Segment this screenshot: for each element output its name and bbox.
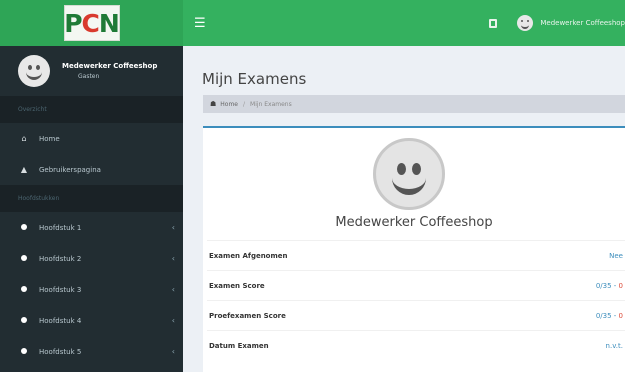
- sidebar-toggle-icon[interactable]: ☰: [194, 16, 206, 31]
- sidebar-item-label: Hoofdstuk 3: [39, 285, 82, 294]
- circle-icon: [20, 347, 28, 356]
- chevron-left-icon: ‹: [171, 223, 175, 232]
- logo-letter-p: P: [64, 8, 82, 38]
- row-label: Proefexamen Score: [209, 311, 286, 320]
- profile-box: Medewerker Coffeeshop Examen Afgenomen N…: [203, 126, 625, 372]
- breadcrumb-separator: /: [243, 100, 246, 108]
- home-icon: ⌂: [21, 134, 27, 143]
- notification-icon[interactable]: [489, 18, 498, 28]
- row-value: Nee: [609, 251, 623, 260]
- smiley-avatar-icon: [18, 55, 50, 87]
- top-navbar: ☰ Medewerker Coffeeshop: [183, 0, 625, 46]
- profile-smiley-icon: [373, 138, 445, 210]
- navbar-right: Medewerker Coffeeshop: [489, 0, 625, 46]
- breadcrumb-current: Mijn Examens: [250, 100, 292, 108]
- breadcrumb: ☗ Home / Mijn Examens: [203, 95, 625, 113]
- sidebar-item-hoofdstuk-1[interactable]: Hoofdstuk 1 ‹: [0, 212, 183, 243]
- sidebar-item-label: Home: [39, 134, 60, 143]
- row-label: Examen Afgenomen: [209, 251, 288, 260]
- dashboard-icon: ☗: [210, 100, 217, 108]
- sidebar-item-label: Gebruikerspagina: [39, 165, 101, 174]
- breadcrumb-home-link[interactable]: Home: [220, 101, 238, 108]
- circle-icon: [20, 285, 28, 294]
- chevron-left-icon: ‹: [171, 285, 175, 294]
- exam-info-list: Examen Afgenomen Nee Examen Score 0/35 -…: [207, 240, 625, 360]
- chevron-left-icon: ‹: [171, 347, 175, 356]
- sidebar-item-label: Hoofdstuk 2: [39, 254, 82, 263]
- sidebar-item-hoofdstuk-2[interactable]: Hoofdstuk 2 ‹: [0, 243, 183, 274]
- sidebar-item-hoofdstuk-3[interactable]: Hoofdstuk 3 ‹: [0, 274, 183, 305]
- sidebar-item-home[interactable]: ⌂ Home: [0, 123, 183, 154]
- user-avatar-icon[interactable]: [517, 15, 534, 31]
- sidebar-section-hoofdstukken: Hoofdstukken: [0, 185, 183, 212]
- list-item-examen-afgenomen: Examen Afgenomen Nee: [207, 240, 625, 270]
- sidebar-item-label: Hoofdstuk 5: [39, 347, 82, 356]
- row-label: Examen Score: [209, 281, 265, 290]
- list-item-examen-score: Examen Score 0/35 - 0: [207, 270, 625, 300]
- chevron-left-icon: ‹: [171, 316, 175, 325]
- circle-icon: [20, 316, 28, 325]
- chevron-left-icon: ‹: [171, 254, 175, 263]
- logo-letter-n: N: [98, 8, 120, 38]
- sidebar-section-overzicht: Overzicht: [0, 96, 183, 123]
- list-item-proefexamen-score: Proefexamen Score 0/35 - 0: [207, 300, 625, 330]
- sidebar-item-hoofdstuk-5[interactable]: Hoofdstuk 5 ‹: [0, 336, 183, 367]
- row-value: 0/35 - 0: [595, 281, 623, 290]
- sidebar-user-panel: Medewerker Coffeeshop Gasten: [0, 46, 183, 96]
- sidebar-user-name: Medewerker Coffeeshop: [62, 62, 158, 70]
- sidebar: Medewerker Coffeeshop Gasten Overzicht ⌂…: [0, 46, 183, 372]
- sidebar-item-hoofdstuk-4[interactable]: Hoofdstuk 4 ‹: [0, 305, 183, 336]
- logo-area[interactable]: PCN: [0, 0, 183, 46]
- sidebar-item-label: Hoofdstuk 4: [39, 316, 82, 325]
- sidebar-user-info: Medewerker Coffeeshop Gasten: [62, 62, 157, 80]
- logo-letter-c: C: [81, 8, 100, 38]
- sidebar-item-label: Hoofdstuk 1: [39, 223, 82, 232]
- navbar-user-name[interactable]: Medewerker Coffeeshop: [540, 19, 625, 27]
- profile-name: Medewerker Coffeeshop: [335, 215, 493, 230]
- sidebar-item-gebruikerspagina[interactable]: ▲ Gebruikerspagina: [0, 154, 183, 185]
- pcn-logo: PCN: [63, 5, 120, 41]
- user-icon: ▲: [20, 165, 28, 174]
- row-label: Datum Examen: [209, 341, 269, 350]
- circle-icon: [20, 254, 28, 263]
- page-title: Mijn Examens: [202, 70, 307, 88]
- sidebar-user-status: Gasten: [78, 73, 100, 80]
- circle-icon: [20, 223, 28, 232]
- content-wrapper: Mijn Examens ☗ Home / Mijn Examens Medew…: [183, 46, 625, 372]
- row-value: n.v.t.: [605, 341, 623, 350]
- row-value: 0/35 - 0: [595, 311, 623, 320]
- list-item-datum-examen: Datum Examen n.v.t.: [207, 330, 625, 360]
